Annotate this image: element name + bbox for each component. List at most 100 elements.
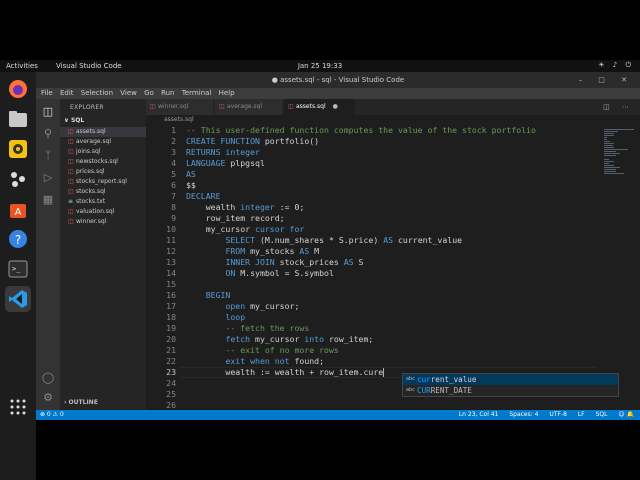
file-item[interactable]: ◫ joins.sql [60,147,146,157]
line-number: 1 [171,125,176,135]
explorer-icon[interactable]: ◫ [41,105,55,119]
code-text[interactable]: $$ [186,180,196,191]
terminal-icon[interactable]: >_ [5,256,31,282]
system-tray[interactable]: ☀ ♪ ⏻ [598,61,634,70]
minimap-line [604,141,610,142]
cursor-position[interactable]: Ln 23, Col 41 [459,411,499,418]
line-number: 5 [171,169,176,179]
file-item[interactable]: ◫ prices.sql [60,167,146,177]
code-text[interactable]: -- exit of no more rows [186,345,338,356]
gear-icon[interactable]: ⚙ [41,391,55,405]
unsaved-dot[interactable]: ● [333,103,338,110]
code-text[interactable]: BEGIN [186,290,231,301]
suggestion-item[interactable]: abc current_value [403,374,618,385]
vscode-icon[interactable] [5,286,31,312]
code-text[interactable]: row_item record; [186,213,285,224]
file-item[interactable]: ◫ winner.sql [60,217,146,227]
files-icon[interactable] [5,106,31,132]
menu-go[interactable]: Go [144,88,154,99]
line-number: 25 [166,389,176,399]
language-mode[interactable]: SQL [596,411,608,418]
file-item[interactable]: ◫ average.sql [60,137,146,147]
menu-file[interactable]: File [41,88,53,99]
problems-indicator[interactable]: ⊗ 0 ⚠ 0 [40,410,64,420]
encoding[interactable]: UTF-8 [549,411,567,418]
code-text[interactable]: SELECT (M.num_shares * S.price) AS curre… [186,235,462,246]
notifications-icon[interactable]: ☺ 🔔 [618,411,634,418]
menu-terminal[interactable]: Terminal [182,88,212,99]
outline-section[interactable]: › OUTLINE [64,399,98,406]
end-of-line[interactable]: LF [578,411,585,418]
code-text[interactable]: LANGUAGE plpgsql [186,158,265,169]
menu-view[interactable]: View [120,88,137,99]
minimap[interactable] [596,125,640,410]
suggestion-item[interactable]: abc CURRENT_DATE [403,385,618,396]
menu-edit[interactable]: Edit [60,88,74,99]
software-store-icon[interactable]: A [5,196,31,222]
code-text[interactable]: loop [186,312,245,323]
line-number: 21 [166,345,176,355]
file-item[interactable]: ≡ stocks.txt [60,197,146,207]
code-text[interactable]: my_cursor cursor for [186,224,305,235]
file-item[interactable]: ◫ valuation.sql [60,207,146,217]
file-item[interactable]: ◫ newstocks.sql [60,157,146,167]
account-icon[interactable]: ◯ [41,371,55,385]
minimap-line [604,161,614,162]
code-text[interactable]: fetch my_cursor into row_item; [186,334,373,345]
minimap-line [604,143,614,144]
code-line: 6 $$ [146,180,596,191]
code-text[interactable]: wealth integer := 0; [186,202,305,213]
folder-sql[interactable]: ∨ SQL [64,117,84,124]
menu-help[interactable]: Help [219,88,235,99]
code-line: 2 CREATE FUNCTION portfolio() [146,136,596,147]
minimap-line [604,151,616,152]
menu-selection[interactable]: Selection [81,88,113,99]
file-item[interactable]: ◫ stocks_report.sql [60,177,146,187]
activity-bar: ◫ ⚲ ᛉ ▷ ▦ ◯ ⚙ [36,99,60,410]
minimap-line [604,169,616,170]
code-text[interactable]: FROM my_stocks AS M [186,246,319,257]
file-item[interactable]: ◫ assets.sql [60,127,146,137]
source-control-icon[interactable]: ᛉ [41,149,55,163]
code-text[interactable]: CREATE FUNCTION portfolio() [186,136,319,147]
settings-icon[interactable] [5,166,31,192]
help-icon[interactable]: ? [5,226,31,252]
tab-average[interactable]: ◫ average.sql [215,99,283,115]
window-controls[interactable]: – □ ✕ [579,72,634,88]
firefox-icon[interactable] [5,76,31,102]
code-text[interactable]: -- fetch the rows [186,323,309,334]
extensions-icon[interactable]: ▦ [41,193,55,207]
code-text[interactable]: AS [186,169,196,180]
window-titlebar[interactable]: ● assets.sql - sql - Visual Studio Code … [36,72,640,88]
code-text[interactable]: exit when not found; [186,356,324,367]
tab-winner[interactable]: ◫ winner.sql [146,99,214,115]
breadcrumb[interactable]: assets.sql [146,115,640,125]
show-apps-icon[interactable] [5,394,31,420]
code-text[interactable]: open my_cursor; [186,301,299,312]
code-text[interactable]: INNER JOIN stock_prices AS S [186,257,363,268]
run-debug-icon[interactable]: ▷ [41,171,55,185]
database-icon: ◫ [68,218,74,225]
suggestion-match: CUR [417,386,431,395]
code-text[interactable]: ON M.symbol = S.symbol [186,268,333,279]
rhythmbox-icon[interactable] [5,136,31,162]
code-text[interactable]: wealth := wealth + row_item.cure [186,367,385,378]
minimap-line [604,145,613,146]
svg-text:>_: >_ [12,265,21,273]
tab-actions[interactable]: ◫ ⋯ [603,99,634,115]
file-label: stocks.sql [76,188,106,195]
tab-assets[interactable]: ◫ assets.sql ● [284,99,356,115]
code-text[interactable]: DECLARE [186,191,221,202]
line-number: 24 [166,378,176,388]
code-text[interactable]: -- This user-defined function computes t… [186,125,536,136]
search-icon[interactable]: ⚲ [41,127,55,141]
menu-run[interactable]: Run [161,88,174,99]
file-item[interactable]: ◫ stocks.sql [60,187,146,197]
tab-label: winner.sql [158,103,189,110]
code-editor[interactable]: 1 -- This user-defined function computes … [146,125,596,410]
minimap-line [604,163,609,164]
code-text[interactable]: RETURNS integer [186,147,260,158]
clock[interactable]: Jan 25 19:33 [0,62,640,70]
indentation[interactable]: Spaces: 4 [509,411,538,418]
line-number: 7 [171,191,176,201]
